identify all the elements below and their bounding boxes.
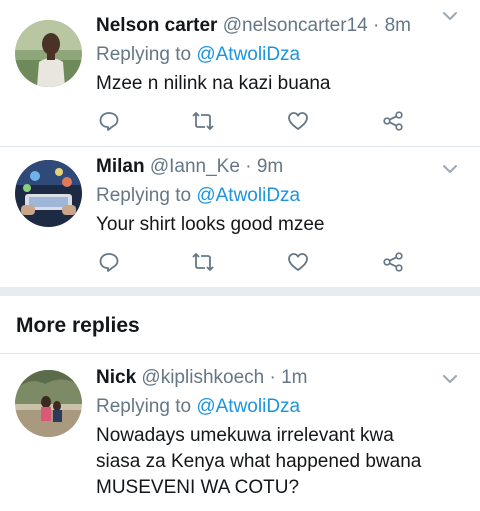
reply-tweet[interactable]: Nick @kiplishkoech · 1m Replying to @Atw… <box>0 354 480 511</box>
chevron-down-icon[interactable] <box>440 6 460 26</box>
tweet-header: Nelson carter @nelsoncarter14 · 8m <box>96 14 436 38</box>
tweet-actions <box>0 247 480 277</box>
share-button[interactable] <box>378 247 408 277</box>
timestamp[interactable]: 8m <box>385 15 411 36</box>
retweet-button[interactable] <box>188 247 218 277</box>
display-name[interactable]: Milan <box>96 156 145 177</box>
avatar[interactable] <box>15 160 82 227</box>
mention-link[interactable]: @AtwoliDza <box>196 44 300 65</box>
retweet-icon <box>192 252 214 272</box>
separator-dot: · <box>269 367 276 388</box>
chevron-down-icon[interactable] <box>440 369 460 389</box>
replying-to: Replying to @AtwoliDza <box>96 42 436 68</box>
replying-to: Replying to @AtwoliDza <box>96 183 436 209</box>
reply-button[interactable] <box>94 247 124 277</box>
share-icon <box>383 111 403 131</box>
tweet-text: Your shirt looks good mzee <box>96 214 325 235</box>
retweet-button[interactable] <box>188 106 218 136</box>
mention-link[interactable]: @AtwoliDza <box>196 396 300 417</box>
tweet-text: Mzee n nilink na kazi buana <box>96 73 331 94</box>
display-name[interactable]: Nelson carter <box>96 15 217 36</box>
reply-icon <box>99 112 119 131</box>
reply-icon <box>99 253 119 272</box>
like-button[interactable] <box>283 247 313 277</box>
more-replies-heading: More replies <box>16 314 140 337</box>
replying-to-label: Replying to <box>96 44 192 65</box>
tweet-header: Nick @kiplishkoech · 1m <box>96 366 436 390</box>
like-button[interactable] <box>283 106 313 136</box>
user-handle[interactable]: @Iann_Ke <box>150 156 240 177</box>
chevron-down-icon[interactable] <box>440 159 460 179</box>
tweet-actions <box>0 106 480 136</box>
avatar[interactable] <box>15 20 82 87</box>
share-button[interactable] <box>378 106 408 136</box>
heart-icon <box>288 253 308 271</box>
avatar[interactable] <box>15 370 82 437</box>
tweet-header: Milan @Iann_Ke · 9m <box>96 155 436 179</box>
mention-link[interactable]: @AtwoliDza <box>196 185 300 206</box>
tweet-text: Nowadays umekuwa irrelevant kwa siasa za… <box>96 425 422 498</box>
heart-icon <box>288 112 308 130</box>
section-separator <box>0 287 480 296</box>
reply-button[interactable] <box>94 106 124 136</box>
separator-dot: · <box>373 15 380 36</box>
user-handle[interactable]: @nelsoncarter14 <box>223 15 368 36</box>
replying-to-label: Replying to <box>96 185 192 206</box>
separator-dot: · <box>245 156 252 177</box>
replying-to: Replying to @AtwoliDza <box>96 394 436 420</box>
timestamp[interactable]: 1m <box>281 367 307 388</box>
reply-tweet[interactable]: Milan @Iann_Ke · 9m Replying to @AtwoliD… <box>0 147 480 287</box>
display-name[interactable]: Nick <box>96 367 136 388</box>
reply-tweet[interactable]: Nelson carter @nelsoncarter14 · 8m Reply… <box>0 0 480 146</box>
user-handle[interactable]: @kiplishkoech <box>141 367 264 388</box>
replying-to-label: Replying to <box>96 396 192 417</box>
share-icon <box>383 252 403 272</box>
timestamp[interactable]: 9m <box>257 156 283 177</box>
retweet-icon <box>192 111 214 131</box>
